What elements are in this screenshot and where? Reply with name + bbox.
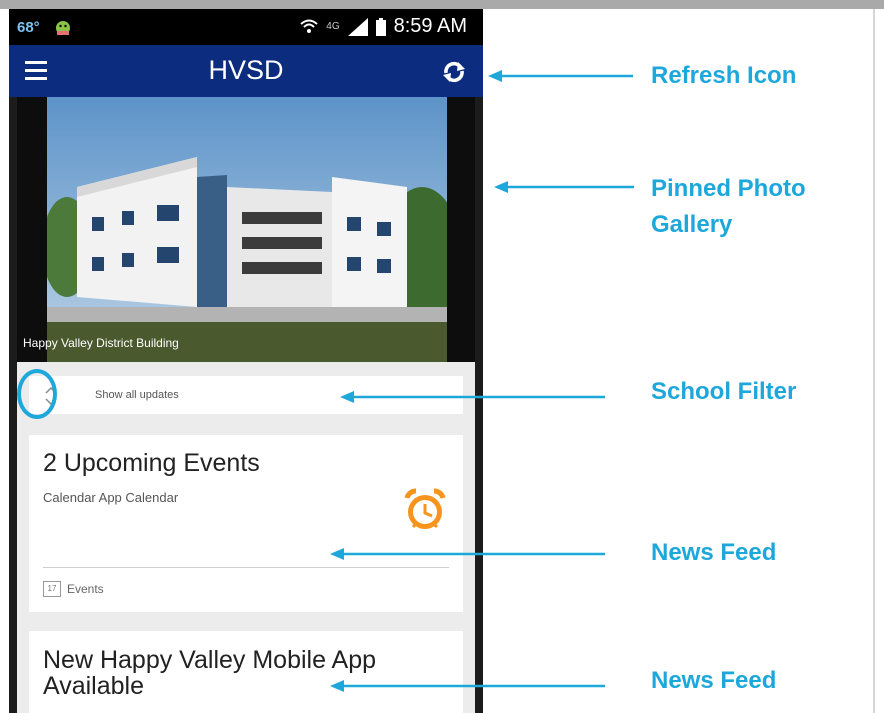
status-time: 8:59 AM [393,15,467,37]
annotation-refresh-icon: Refresh Icon [651,62,797,89]
card-footer: 17 Events [43,581,104,597]
status-bar: 68° 4G 8:59 AM [9,9,483,45]
arrow-gallery [494,181,634,193]
network-type-label: 4G [326,21,340,32]
battery-icon [375,17,386,36]
card-footer-label: Events [67,582,104,596]
news-feed-card-app[interactable]: New Happy Valley Mobile App Available [29,631,463,713]
card-title: 2 Upcoming Events [43,449,260,477]
calendar-icon: 17 [43,581,61,597]
arrow-filter [340,391,605,403]
card-divider [43,567,449,568]
alarm-clock-icon [404,488,446,529]
filter-highlight-circle [17,369,57,419]
app-bar: HVSD [9,45,483,97]
status-temperature: 68° [17,19,40,36]
annotation-news-feed-2: News Feed [651,667,777,694]
refresh-icon[interactable] [439,57,469,87]
building-photo [47,97,447,362]
screenshot-right-border [873,9,875,713]
screenshot-top-border [0,0,884,9]
annotation-school-filter: School Filter [651,378,797,405]
filter-label: Show all updates [95,389,179,401]
signal-icon [347,17,368,36]
gallery-caption: Happy Valley District Building [23,336,179,350]
arrow-refresh [488,70,633,82]
android-icon [56,21,70,35]
annotation-photo-gallery-line1: Pinned Photo [651,175,806,202]
feed-area: Show all updates 2 Upcoming Events Calen… [17,362,475,713]
pinned-photo-gallery[interactable]: Happy Valley District Building [17,97,475,362]
news-feed-card-events[interactable]: 2 Upcoming Events Calendar App Calendar … [29,435,463,612]
annotation-photo-gallery-line2: Gallery [651,211,733,238]
card-subtitle: Calendar App Calendar [43,490,179,505]
arrow-news-feed-1 [330,548,605,560]
phone-screen: 68° 4G 8:59 AM HVSD Happy Valley Distric… [9,9,483,713]
wifi-icon [300,19,318,33]
status-indicators: 4G 8:59 AM [300,15,467,38]
app-title: HVSD [208,55,284,85]
annotation-news-feed-1: News Feed [651,539,777,566]
arrow-news-feed-2 [330,680,605,692]
